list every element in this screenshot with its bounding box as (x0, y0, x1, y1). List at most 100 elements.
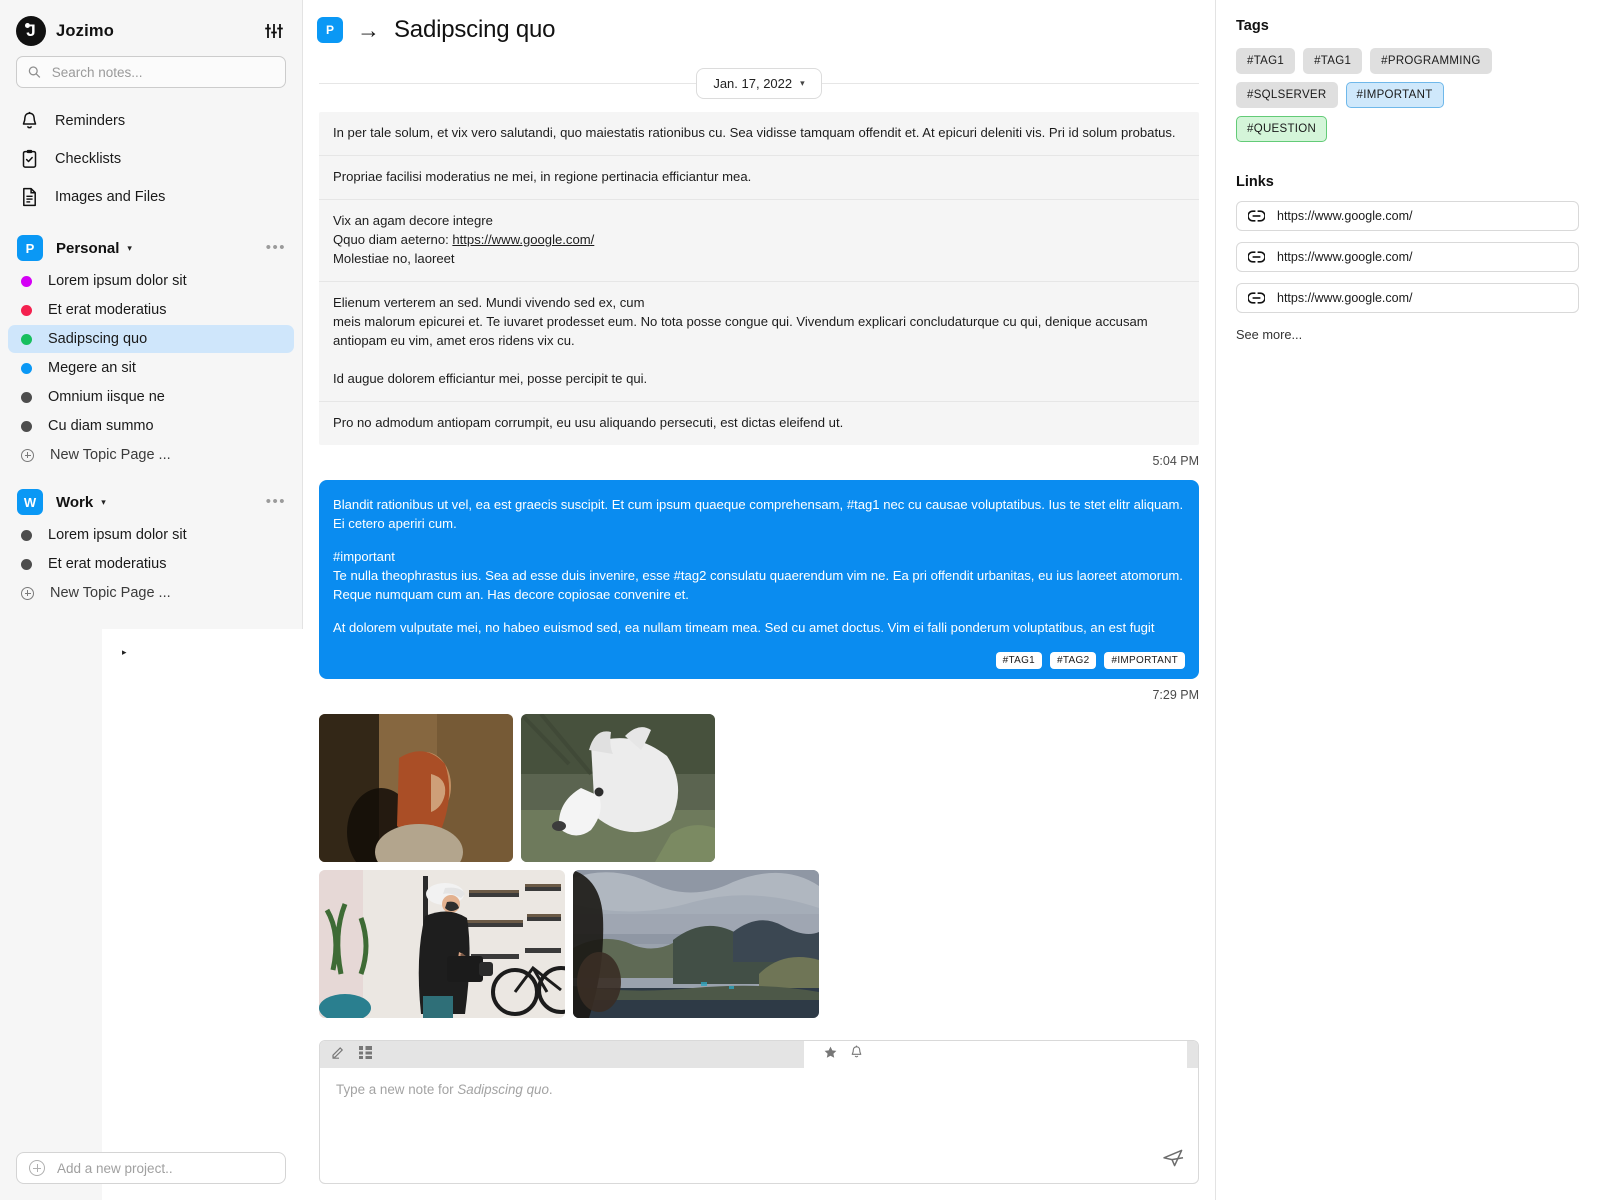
note-header: P → Sadipscing quo (303, 0, 1215, 44)
sidebar-topic[interactable]: Lorem ipsum dolor sit (8, 267, 294, 295)
add-new-project-button[interactable]: Add a new project.. (16, 1152, 286, 1184)
project-title: Work (56, 493, 94, 511)
link-item[interactable]: https://www.google.com/ (1236, 242, 1579, 272)
mountain-lake-photo[interactable] (573, 869, 819, 1018)
link-block-line1: Vix an agam decore integre (333, 212, 493, 228)
topic-label: Megere an sit (48, 360, 136, 376)
sidebar-item-label: Images and Files (55, 189, 166, 205)
new-topic-page-personal[interactable]: New Topic Page ... (8, 441, 294, 469)
tag-chip[interactable]: #TAG1 (1236, 48, 1296, 74)
arrow-right-icon: → (357, 16, 380, 43)
project-avatar: W (17, 489, 43, 515)
blue-note-tag-line: #important (333, 548, 395, 564)
project-avatar: P (17, 235, 43, 261)
project-group-work: W Work ▾ ••• Lorem ipsum dolor sit Et er… (0, 484, 302, 608)
image-gallery (303, 702, 983, 1018)
right-sidebar: Tags #TAG1 #TAG1 #PROGRAMMING #SQLSERVER… (1216, 0, 1599, 1200)
clipboard-check-icon (22, 149, 37, 168)
topic-label: Et erat moderatius (48, 302, 167, 318)
sidebar-topic[interactable]: Et erat moderatius (8, 296, 294, 324)
tag-list: #TAG1 #TAG1 #PROGRAMMING #SQLSERVER #IMP… (1236, 48, 1538, 142)
grid-icon[interactable] (359, 1045, 372, 1064)
topic-color-dot (21, 420, 32, 432)
topic-color-dot (21, 304, 32, 316)
sidebar-topic[interactable]: Et erat moderatius (8, 550, 294, 578)
tag-chip[interactable]: #TAG1 (1303, 48, 1363, 74)
date-separator: Jan. 17, 2022 ▾ (319, 67, 1199, 99)
topic-label: Lorem ipsum dolor sit (48, 527, 187, 543)
sidebar-topic[interactable]: Omnium iisque ne (8, 383, 294, 411)
plus-circle-icon (21, 448, 34, 462)
tags-section-title: Tags (1236, 18, 1269, 34)
page-title: Sadipscing quo (394, 16, 556, 43)
note-project-avatar: P (317, 17, 343, 43)
link-icon (1248, 292, 1265, 304)
compose-box: Type a new note for Sadipscing quo. (319, 1040, 1199, 1184)
note-paragraph-with-link: Vix an agam decore integre Qquo diam aet… (319, 199, 1199, 282)
link-block-prefix: Qquo diam aeterno: (333, 231, 453, 247)
project-menu-icon[interactable]: ••• (266, 494, 286, 509)
inline-link[interactable]: https://www.google.com/ (452, 232, 594, 247)
note-paragraph: Pro no admodum antiopam corrumpit, eu us… (319, 401, 1199, 445)
photographer-bike-shop-photo[interactable] (319, 869, 565, 1018)
send-icon[interactable] (1162, 1148, 1184, 1173)
link-url: https://www.google.com/ (1277, 291, 1413, 305)
compose-body[interactable]: Type a new note for Sadipscing quo. (320, 1068, 1198, 1183)
compose-placeholder-target: Sadipscing quo (457, 1082, 549, 1097)
topic-label: Et erat moderatius (48, 556, 167, 572)
sidebar-topic[interactable]: Lorem ipsum dolor sit (8, 521, 294, 549)
sidebar-item-checklists[interactable]: Checklists (0, 140, 302, 178)
tag-chip-question[interactable]: #QUESTION (1236, 116, 1328, 142)
secure-notes-header[interactable]: Secure Notes ▸ LOCKED (0, 624, 486, 1200)
long-line1: Elienum verterem an sed. Mundi vivendo s… (333, 294, 645, 310)
sidebar-item-images-and-files[interactable]: Images and Files (0, 178, 302, 216)
bell-icon[interactable] (850, 1045, 863, 1064)
link-item[interactable]: https://www.google.com/ (1236, 201, 1579, 231)
logo-dot (25, 23, 30, 28)
pencil-icon[interactable] (331, 1045, 345, 1064)
sliders-icon[interactable] (264, 23, 286, 39)
link-item[interactable]: https://www.google.com/ (1236, 283, 1579, 313)
compose-placeholder-prefix: Type a new note for (336, 1082, 458, 1097)
note-tag-chip[interactable]: #TAG1 (995, 651, 1043, 669)
tag-chip[interactable]: #SQLSERVER (1236, 82, 1338, 108)
project-menu-icon[interactable]: ••• (266, 240, 286, 255)
chevron-down-icon[interactable]: ▾ (800, 78, 805, 89)
search-input[interactable] (49, 63, 274, 81)
topic-label: Sadipscing quo (48, 331, 148, 347)
sidebar-topic[interactable]: Cu diam summo (8, 412, 294, 440)
white-wolf-photo[interactable] (521, 713, 715, 862)
chevron-down-icon[interactable]: ▾ (127, 243, 132, 254)
see-more-link[interactable]: See more... (1236, 327, 1579, 342)
star-icon[interactable] (824, 1046, 837, 1064)
chevron-down-icon[interactable]: ▾ (101, 497, 106, 508)
long-line3: Id augue dolorem efficiantur mei, posse … (333, 370, 648, 386)
sidebar-topic[interactable]: Megere an sit (8, 354, 294, 382)
left-sidebar: J Jozimo Search notes... Reminders Check… (0, 0, 486, 1200)
project-header-work[interactable]: W Work ▾ ••• (0, 484, 302, 520)
bell-icon (22, 111, 37, 129)
secure-notes-group: Secure Notes ▸ LOCKED (0, 624, 486, 1200)
new-topic-label: New Topic Page ... (50, 585, 171, 601)
date-selector[interactable]: Jan. 17, 2022 ▾ (696, 67, 822, 99)
link-url: https://www.google.com/ (1277, 250, 1413, 264)
compose-placeholder-suffix: . (548, 1082, 553, 1097)
note-paragraph: Propriae facilisi moderatius ne mei, in … (319, 155, 1199, 200)
note-tag-chip[interactable]: #TAG2 (1050, 651, 1097, 669)
sidebar-item-reminders[interactable]: Reminders (0, 102, 302, 140)
sidebar-topic-active[interactable]: Sadipscing quo (8, 325, 294, 353)
add-project-label: Add a new project.. (57, 1160, 173, 1176)
link-block-line3: Molestiae no, laoreet (333, 250, 455, 266)
note-entry-text[interactable]: In per tale solum, et vix vero salutandi… (319, 112, 1199, 445)
search-box[interactable] (16, 56, 286, 88)
portrait-woman-photo[interactable] (319, 713, 513, 862)
new-topic-page-work[interactable]: New Topic Page ... (8, 579, 294, 607)
note-entry-highlighted[interactable]: Blandit rationibus ut vel, ea est graeci… (319, 479, 1199, 679)
tag-chip-important[interactable]: #IMPORTANT (1345, 82, 1444, 108)
document-icon (23, 187, 36, 207)
note-tag-chip[interactable]: #IMPORTANT (1104, 651, 1185, 669)
project-header-personal[interactable]: P Personal ▾ ••• (0, 230, 302, 266)
app-root: J Jozimo Search notes... Reminders Check… (0, 0, 1600, 1200)
topic-color-dot (21, 333, 32, 345)
tag-chip[interactable]: #PROGRAMMING (1370, 48, 1492, 74)
